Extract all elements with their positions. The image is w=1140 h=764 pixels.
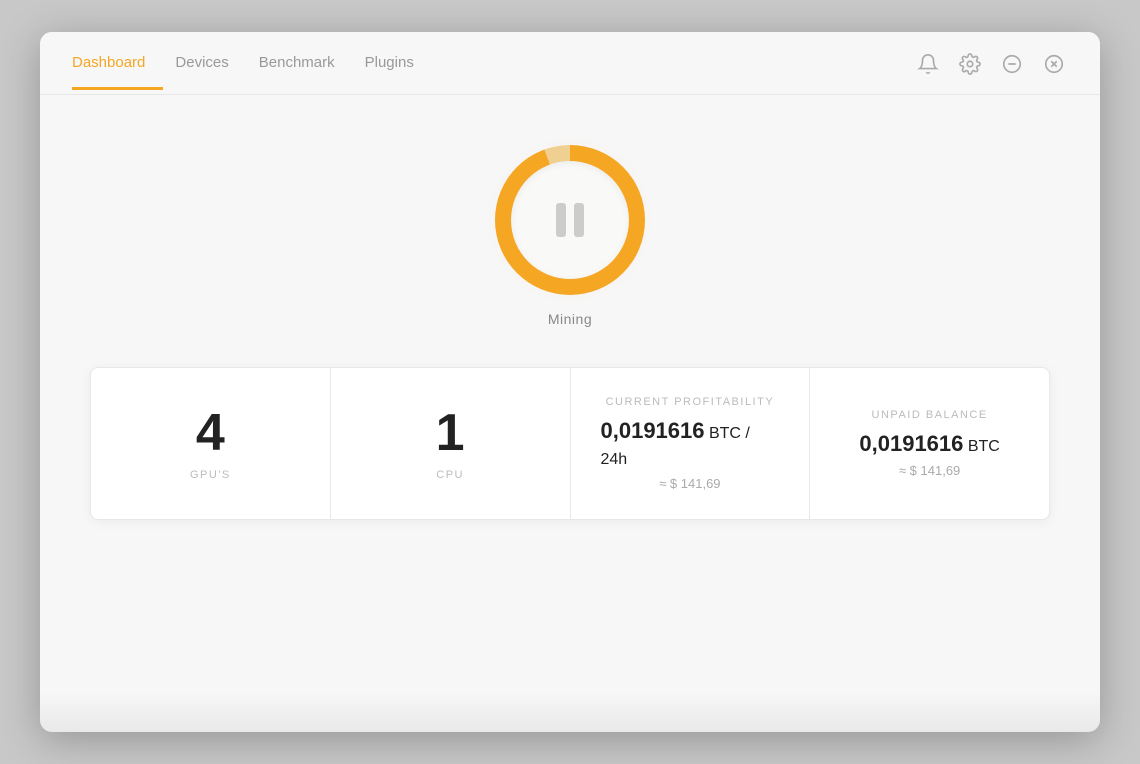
pause-bar-right [574, 203, 584, 237]
mining-button[interactable] [495, 145, 645, 295]
mining-label: Mining [548, 311, 592, 327]
nav-left: Dashboard Devices Benchmark Plugins [72, 54, 444, 90]
app-window: Dashboard Devices Benchmark Plugins [40, 32, 1100, 732]
cpu-label: CPU [436, 469, 464, 481]
nav-item-dashboard[interactable]: Dashboard [72, 54, 163, 90]
nav-bar: Dashboard Devices Benchmark Plugins [40, 32, 1100, 95]
profitability-approx: ≈ $ 141,69 [659, 476, 720, 491]
stat-card-profitability: CURRENT PROFITABILITY 0,0191616 BTC / 24… [571, 368, 811, 519]
balance-approx: ≈ $ 141,69 [899, 463, 960, 478]
mining-section: Mining [495, 145, 645, 327]
stat-card-balance: UNPAID BALANCE 0,0191616 BTC ≈ $ 141,69 [810, 368, 1049, 519]
nav-item-benchmark[interactable]: Benchmark [259, 54, 353, 90]
stats-row: 4 GPU'S 1 CPU CURRENT PROFITABILITY 0,01… [90, 367, 1050, 520]
nav-item-devices[interactable]: Devices [175, 54, 246, 90]
gpus-number: 4 [196, 407, 225, 459]
pause-bar-left [556, 203, 566, 237]
gpus-label: GPU'S [190, 469, 231, 481]
nav-item-plugins[interactable]: Plugins [365, 54, 432, 90]
nav-right [914, 50, 1068, 94]
stat-card-cpu: 1 CPU [331, 368, 571, 519]
minimize-icon[interactable] [998, 50, 1026, 78]
main-content: Mining 4 GPU'S 1 CPU CURRENT PROFITABILI… [40, 95, 1100, 692]
balance-top-label: UNPAID BALANCE [872, 409, 988, 421]
cpu-number: 1 [436, 407, 465, 459]
stat-card-gpus: 4 GPU'S [91, 368, 331, 519]
profitability-value: 0,0191616 BTC / 24h [601, 418, 780, 470]
close-icon[interactable] [1040, 50, 1068, 78]
pause-icon [556, 203, 584, 237]
gear-icon[interactable] [956, 50, 984, 78]
balance-value: 0,0191616 BTC [859, 431, 999, 457]
profitability-top-label: CURRENT PROFITABILITY [606, 396, 775, 408]
mining-ring [495, 145, 645, 295]
bottom-fade [40, 692, 1100, 732]
bell-icon[interactable] [914, 50, 942, 78]
